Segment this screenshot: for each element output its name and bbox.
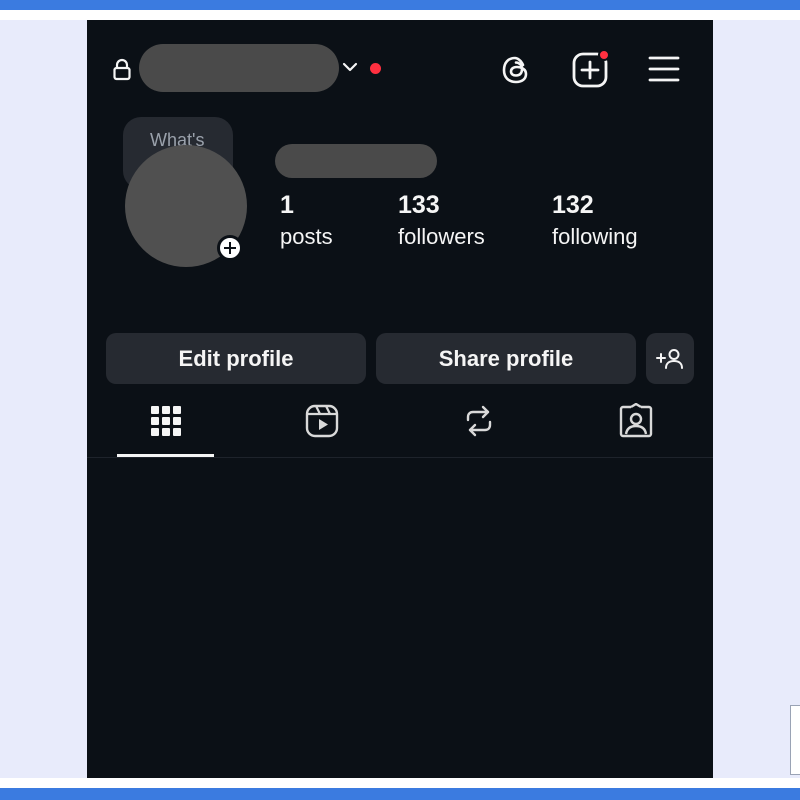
create-notification-dot: [598, 49, 610, 61]
frame-top-bar: [0, 0, 800, 10]
display-name-redacted: [275, 144, 437, 178]
followers-count: 133: [398, 191, 440, 219]
posts-label: posts: [280, 224, 333, 249]
frame-corner-mark: [790, 705, 800, 775]
lock-icon: [113, 58, 131, 81]
reposts-icon: [466, 405, 492, 437]
frame-top-border: [0, 10, 800, 20]
threads-icon[interactable]: [498, 52, 534, 88]
menu-icon[interactable]: [647, 52, 681, 86]
frame-bottom-bar: [0, 788, 800, 800]
chevron-down-icon[interactable]: [341, 60, 359, 74]
tab-tagged[interactable]: [587, 398, 685, 458]
tab-reels[interactable]: [273, 398, 371, 458]
add-story-icon[interactable]: [217, 235, 243, 261]
tab-posts-grid[interactable]: [117, 398, 215, 458]
tab-divider: [87, 457, 713, 458]
profile-screen: What's 1 posts 133 followers 132 followi…: [87, 20, 713, 778]
username-redacted[interactable]: [139, 44, 339, 92]
tagged-icon: [619, 403, 653, 438]
discover-people-button[interactable]: [646, 333, 694, 384]
reels-icon: [305, 404, 339, 438]
grid-icon: [151, 406, 181, 436]
followers-label: followers: [398, 224, 485, 249]
add-person-icon: [656, 348, 683, 369]
share-profile-button[interactable]: Share profile: [376, 333, 636, 384]
following-count: 132: [552, 191, 594, 219]
posts-stat[interactable]: 1 posts: [280, 188, 333, 252]
followers-stat[interactable]: 133 followers: [398, 188, 485, 252]
account-notification-dot: [370, 63, 381, 74]
frame-bottom-border: [0, 778, 800, 788]
tab-reposts[interactable]: [430, 398, 528, 458]
edit-profile-button[interactable]: Edit profile: [106, 333, 366, 384]
posts-count: 1: [280, 191, 294, 219]
following-stat[interactable]: 132 following: [552, 188, 638, 252]
following-label: following: [552, 224, 638, 249]
